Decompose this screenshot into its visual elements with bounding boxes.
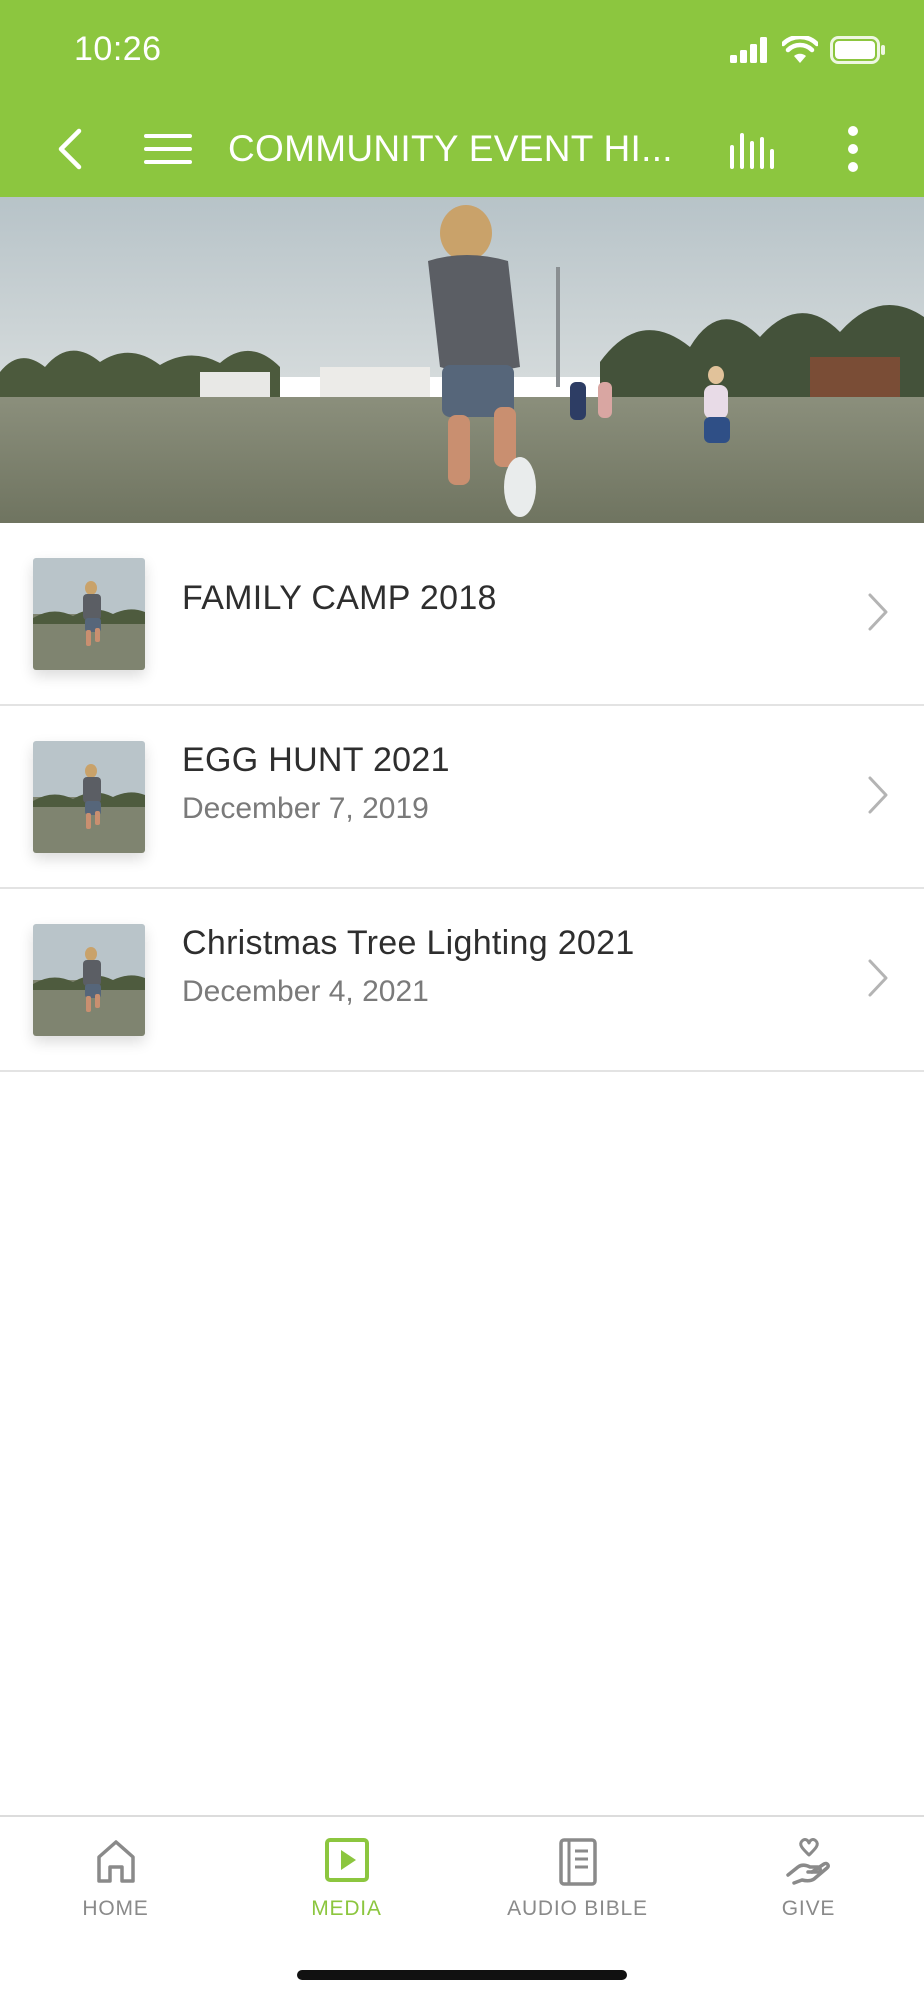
chevron-right-icon <box>866 591 890 638</box>
tab-label: AUDIO BIBLE <box>507 1897 648 1920</box>
event-title: EGG HUNT 2021 <box>182 741 450 779</box>
hero-image <box>0 197 924 523</box>
wifi-icon <box>782 36 818 63</box>
list-item[interactable]: EGG HUNT 2021 December 7, 2019 <box>0 706 924 889</box>
chevron-right-icon <box>866 774 890 821</box>
event-date: December 4, 2021 <box>182 975 429 1008</box>
status-time: 10:26 <box>74 30 162 68</box>
more-vertical-icon <box>848 125 858 172</box>
tab-label: HOME <box>82 1897 149 1920</box>
event-title: FAMILY CAMP 2018 <box>182 579 497 617</box>
media-play-icon <box>324 1838 369 1882</box>
list-item[interactable]: Christmas Tree Lighting 2021 December 4,… <box>0 889 924 1072</box>
home-indicator <box>297 1970 627 1980</box>
event-list: FAMILY CAMP 2018 EGG HUNT 2021 December … <box>0 523 924 1072</box>
audio-bars-icon <box>730 132 774 169</box>
event-title: Christmas Tree Lighting 2021 <box>182 924 635 962</box>
book-icon <box>558 1838 597 1886</box>
home-icon <box>96 1840 135 1883</box>
tab-give[interactable]: GIVE <box>693 1817 924 1937</box>
back-button[interactable] <box>40 100 100 197</box>
tab-media[interactable]: MEDIA <box>231 1817 462 1937</box>
tab-label: MEDIA <box>311 1897 382 1920</box>
menu-button[interactable] <box>138 100 198 197</box>
give-hand-heart-icon <box>785 1838 830 1885</box>
list-item[interactable]: FAMILY CAMP 2018 <box>0 523 924 706</box>
status-icons <box>730 36 886 64</box>
event-thumbnail <box>33 558 145 670</box>
battery-icon <box>830 36 885 64</box>
signal-icon <box>730 37 767 63</box>
event-thumbnail <box>33 924 145 1036</box>
nav-bar: COMMUNITY EVENT HI... <box>0 100 924 197</box>
hamburger-icon <box>144 133 192 164</box>
app-header: 10:26 COMMUNITY EVENT HI... <box>0 0 924 197</box>
page-title: COMMUNITY EVENT HI... <box>228 128 673 169</box>
status-bar: 10:26 <box>0 0 924 100</box>
audio-button[interactable] <box>724 100 786 197</box>
event-thumbnail <box>33 741 145 853</box>
chevron-right-icon <box>866 957 890 1004</box>
chevron-left-icon <box>58 128 82 169</box>
tab-audio-bible[interactable]: AUDIO BIBLE <box>462 1817 693 1937</box>
tab-home[interactable]: HOME <box>0 1817 231 1937</box>
more-button[interactable] <box>824 100 882 197</box>
event-date: December 7, 2019 <box>182 792 429 825</box>
tab-label: GIVE <box>781 1897 836 1920</box>
